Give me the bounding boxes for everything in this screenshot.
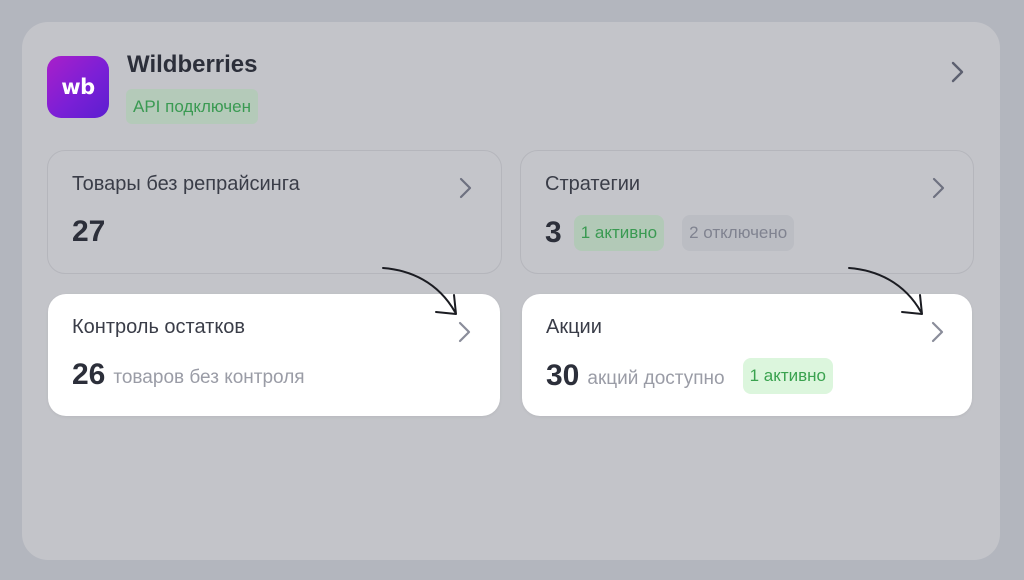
strategies-disabled-badge: 2 отключено — [682, 215, 795, 251]
promotions-row: 30 акций доступно 1 активно — [546, 358, 833, 394]
stock-control-count: 26 — [72, 358, 106, 391]
strategies-title: Стратегии — [545, 173, 641, 195]
api-status-badge: API подключен — [126, 89, 258, 124]
strategies-count: 3 — [545, 216, 562, 249]
stock-control-caption: товаров без контроля — [113, 367, 305, 388]
shop-name: Wildberries — [127, 51, 258, 78]
chevron-right-icon — [931, 176, 947, 200]
promotions-active-badge: 1 активно — [742, 358, 833, 394]
promotions-caption: акций доступно — [587, 368, 725, 389]
no-repricing-title: Товары без репрайсинга — [72, 173, 300, 195]
strategies-active-badge: 1 активно — [573, 215, 665, 251]
chevron-right-icon — [457, 320, 473, 344]
promotions-card[interactable]: Акции 30 акций доступно 1 активно — [522, 294, 972, 416]
strategies-row: 3 1 активно 2 отключено — [545, 215, 795, 251]
promotions-title: Акции — [546, 316, 602, 338]
no-repricing-row: 27 — [72, 215, 105, 249]
promotions-count: 30 — [546, 359, 580, 392]
logo-text: wb — [61, 75, 95, 99]
strategies-card[interactable]: Стратегии 3 1 активно 2 отключено — [520, 150, 974, 274]
stock-control-card[interactable]: Контроль остатков 26 товаров без контрол… — [48, 294, 500, 416]
chevron-right-icon — [458, 176, 474, 200]
no-repricing-card[interactable]: Товары без репрайсинга 27 — [47, 150, 502, 274]
chevron-right-icon — [930, 320, 946, 344]
wildberries-logo: wb — [47, 56, 109, 118]
stock-control-row: 26 товаров без контроля — [72, 358, 305, 392]
no-repricing-count: 27 — [72, 215, 106, 248]
shop-chevron-right-icon[interactable] — [950, 60, 966, 84]
stock-control-title: Контроль остатков — [72, 316, 246, 338]
